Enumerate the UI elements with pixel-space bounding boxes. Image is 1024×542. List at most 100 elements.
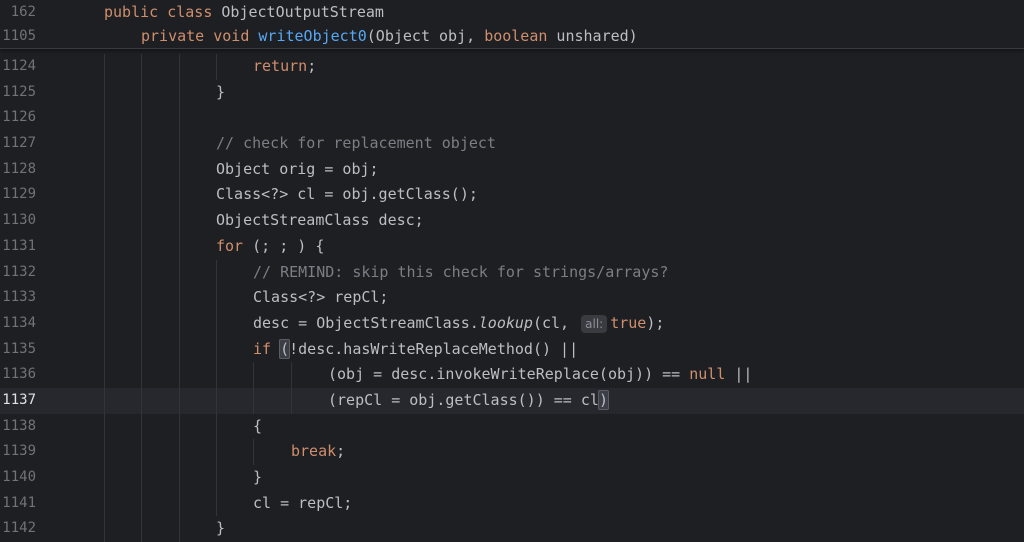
code-text[interactable]: if (!desc.hasWriteReplaceMethod() ||: [253, 337, 578, 363]
sticky-line[interactable]: 162 public class ObjectOutputStream: [0, 0, 1024, 24]
line-number[interactable]: 1127: [0, 131, 36, 157]
indent-guide: [216, 465, 217, 491]
line-number[interactable]: 1126: [0, 105, 36, 131]
indent-guide: [141, 105, 142, 132]
code-line[interactable]: 1125}: [0, 79, 1024, 106]
indent-guide: [104, 336, 105, 363]
code-line[interactable]: 1128 Object orig = obj;: [0, 156, 1024, 183]
code-text[interactable]: Class<?> cl = obj.getClass();: [216, 182, 478, 208]
indent-guide: [141, 465, 142, 491]
code-line[interactable]: 1138 {: [0, 413, 1024, 440]
code-line[interactable]: 1132 // REMIND: skip this check for strin…: [0, 259, 1024, 286]
code-line[interactable]: 1126: [0, 105, 1024, 132]
code-line[interactable]: 1135 if (!desc.hasWriteReplaceMethod() ||: [0, 336, 1024, 363]
code-text[interactable]: break;: [291, 439, 345, 465]
line-number[interactable]: 1136: [0, 362, 36, 388]
code-line[interactable]: 1130 ObjectStreamClass desc;: [0, 208, 1024, 234]
code-text[interactable]: {: [253, 414, 262, 440]
indent-guide: [104, 131, 105, 157]
code-token: ObjectStreamClass desc;: [216, 211, 424, 230]
line-number[interactable]: 1139: [0, 439, 36, 465]
line-number[interactable]: 1125: [0, 80, 36, 106]
code-text[interactable]: Class<?> repCl;: [253, 285, 388, 311]
code-token: {: [253, 416, 263, 435]
code-text[interactable]: (obj = desc.invokeWriteReplace(obj)) == …: [328, 362, 752, 388]
code-line[interactable]: 1140}: [0, 465, 1024, 491]
code-token: desc = ObjectStreamClass.: [253, 313, 479, 332]
code-token: }: [216, 82, 226, 101]
code-text[interactable]: return;: [253, 54, 316, 80]
code-text[interactable]: // REMIND: skip this check for strings/a…: [253, 260, 668, 286]
code-text[interactable]: cl = repCl;: [253, 491, 352, 517]
line-number[interactable]: 162: [0, 0, 36, 24]
keyword-token: return: [253, 57, 308, 75]
code-text[interactable]: public class ObjectOutputStream: [104, 0, 384, 24]
indent-guide: [141, 413, 142, 440]
indent-guide: [104, 285, 105, 311]
line-number[interactable]: 1141: [0, 491, 36, 517]
line-number[interactable]: 1130: [0, 208, 36, 234]
indent-guide: [104, 259, 105, 286]
line-number[interactable]: 1135: [0, 337, 36, 363]
code-line[interactable]: 1134 desc = ObjectStreamClass.lookup(cl, …: [0, 310, 1024, 337]
line-number[interactable]: 1138: [0, 414, 36, 440]
keyword-token: public class: [104, 3, 213, 21]
code-line[interactable]: 1124 return;: [0, 54, 1024, 80]
indent-guide: [179, 516, 180, 542]
code-text[interactable]: desc = ObjectStreamClass.lookup(cl, all:…: [253, 311, 664, 337]
line-number[interactable]: 1128: [0, 157, 36, 183]
line-number[interactable]: 1140: [0, 465, 36, 491]
code-token: }: [253, 468, 263, 486]
line-number[interactable]: 1129: [0, 182, 36, 208]
indent-guide: [104, 156, 105, 183]
indent-guide: [104, 105, 105, 132]
code-text[interactable]: }: [253, 465, 262, 491]
code-line[interactable]: 1137 (repCl = obj.getClass()) == cl): [0, 387, 1024, 414]
line-number[interactable]: 1132: [0, 260, 36, 286]
line-number[interactable]: 1134: [0, 311, 36, 337]
indent-guide: [141, 156, 142, 183]
indent-guide: [141, 208, 142, 234]
code-line[interactable]: 1141 cl = repCl;: [0, 490, 1024, 517]
code-line[interactable]: 1127 // check for replacement object: [0, 131, 1024, 157]
code-text[interactable]: for (; ; ) {: [216, 234, 324, 260]
indent-guide: [179, 490, 180, 517]
keyword-token: for: [216, 236, 244, 255]
line-number[interactable]: 1105: [0, 24, 36, 48]
code-line[interactable]: 1133 Class<?> repCl;: [0, 285, 1024, 311]
code-text[interactable]: private void writeObject0(Object obj, bo…: [141, 24, 638, 48]
code-token: (Object obj,: [366, 27, 485, 45]
method-token: writeObject0: [258, 27, 367, 45]
line-number[interactable]: 1133: [0, 285, 36, 311]
code-text[interactable]: (repCl = obj.getClass()) == cl): [328, 388, 609, 414]
code-token: ||: [725, 365, 753, 384]
sticky-scroll-header[interactable]: 162 public class ObjectOutputStream 1105 pr…: [0, 0, 1024, 49]
line-number[interactable]: 1131: [0, 234, 36, 260]
keyword-token: true: [610, 313, 647, 332]
sticky-line[interactable]: 1105 private void writeObject0(Object obj…: [0, 24, 1024, 48]
line-number[interactable]: 1124: [0, 54, 36, 80]
code-text[interactable]: }: [216, 516, 225, 542]
indent-guide: [141, 362, 142, 388]
indent-guide: [216, 285, 217, 311]
code-text[interactable]: }: [216, 80, 225, 106]
code-text[interactable]: ObjectStreamClass desc;: [216, 208, 424, 234]
line-number[interactable]: 1142: [0, 516, 36, 542]
code-line[interactable]: 1131 for (; ; ) {: [0, 233, 1024, 260]
code-text[interactable]: // check for replacement object: [216, 131, 496, 157]
code-text[interactable]: Object orig = obj;: [216, 157, 379, 183]
indent-guide: [179, 413, 180, 440]
indent-guide: [141, 490, 142, 517]
code-token: ;: [336, 442, 346, 461]
indent-guide: [141, 285, 142, 311]
indent-guide: [179, 259, 180, 286]
indent-guide: [104, 208, 105, 234]
line-number[interactable]: 1137: [0, 388, 36, 414]
code-line[interactable]: 1142}: [0, 516, 1024, 542]
code-line[interactable]: 1139 break;: [0, 439, 1024, 465]
code-line[interactable]: 1129 Class<?> cl = obj.getClass();: [0, 182, 1024, 209]
indent-guide: [141, 54, 142, 80]
code-editor[interactable]: 1124 return; 1125} 1126 1127// check for rep…: [0, 54, 1024, 542]
indent-guide: [179, 233, 180, 260]
code-line[interactable]: 1136 (obj = desc.invokeWriteReplace(obj))…: [0, 362, 1024, 388]
